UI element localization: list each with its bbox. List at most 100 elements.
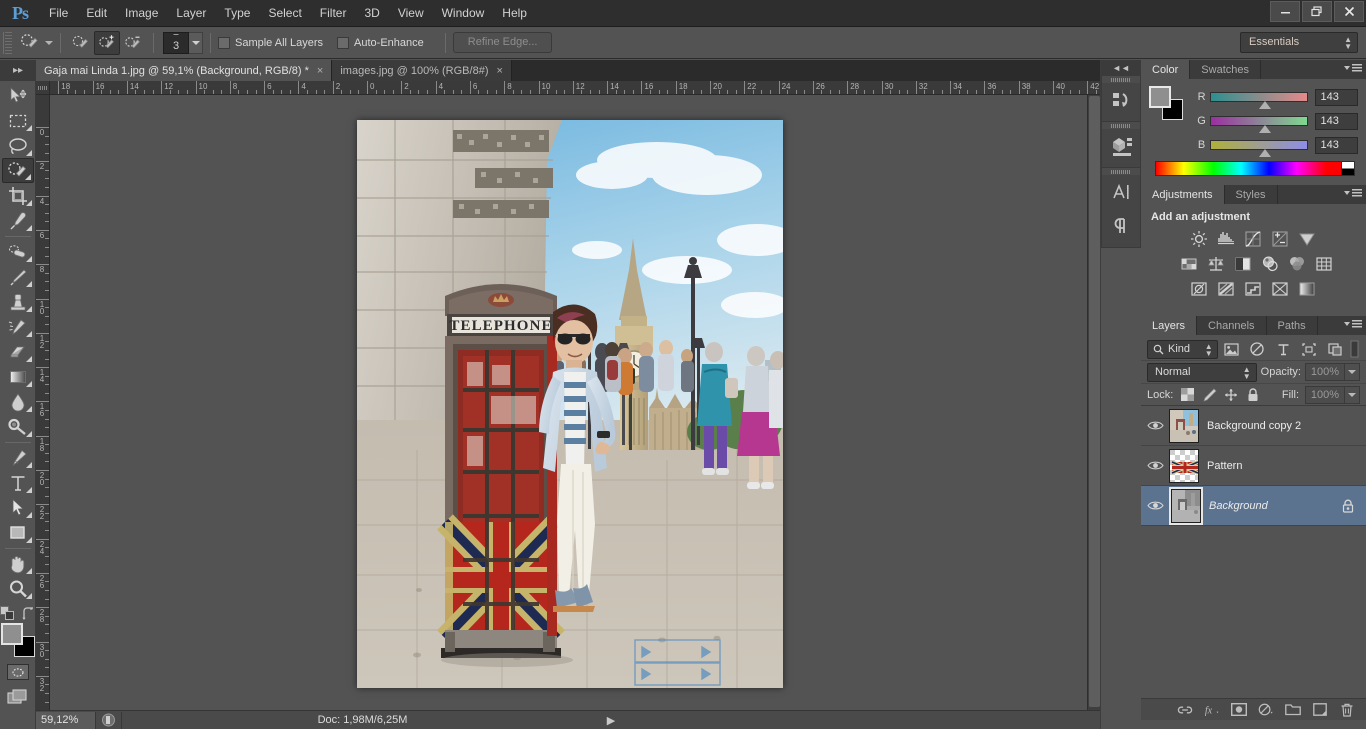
table-row[interactable]: Background copy 2	[1141, 406, 1366, 446]
layer-thumbnail-2[interactable]	[1169, 486, 1203, 525]
ruler-corner[interactable]	[36, 81, 50, 95]
blue-channel-value[interactable]: 143	[1314, 136, 1358, 154]
color-lookup-icon[interactable]	[1314, 254, 1334, 274]
brush-tool[interactable]	[2, 264, 34, 289]
add-layer-mask-icon[interactable]	[1231, 702, 1247, 718]
path-selection-tool[interactable]	[2, 495, 34, 520]
opacity-value[interactable]: 100%	[1305, 363, 1345, 381]
status-expand-arrow-icon[interactable]: ▶	[603, 714, 619, 727]
vertical-ruler[interactable]: 0 2 4 6 8 10 12 14 16 18 20 22 24 26 28 30 32	[36, 95, 50, 710]
document-info-icon[interactable]	[96, 711, 122, 729]
color-balance-icon[interactable]	[1206, 254, 1226, 274]
layer-thumbnail-0[interactable]	[1169, 408, 1199, 443]
vibrance-icon[interactable]	[1297, 229, 1317, 249]
dock-collapse-right-icon[interactable]: ◄◄	[1101, 60, 1141, 76]
tab-channels[interactable]: Channels	[1197, 316, 1267, 335]
exposure-icon[interactable]	[1270, 229, 1290, 249]
lock-position-icon[interactable]	[1223, 387, 1239, 403]
3d-panel-icon[interactable]	[1102, 129, 1141, 163]
invert-icon[interactable]	[1189, 279, 1209, 299]
threshold-icon[interactable]	[1243, 279, 1263, 299]
layer-filter-kind-select[interactable]: Kind ▲ ▼	[1147, 339, 1218, 359]
refine-edge-button[interactable]: Refine Edge...	[452, 32, 553, 53]
new-fill-adjustment-layer-icon[interactable]	[1258, 702, 1274, 718]
blur-tool[interactable]	[2, 389, 34, 414]
adjustments-panel-menu-icon[interactable]	[1344, 189, 1362, 197]
layer-name-0[interactable]: Background copy 2	[1207, 420, 1366, 432]
add-layer-style-icon[interactable]: fx	[1204, 702, 1220, 718]
zoom-level-field[interactable]: 59,12%	[36, 711, 96, 729]
filter-shape-icon[interactable]	[1297, 339, 1321, 360]
black-white-icon[interactable]	[1233, 254, 1253, 274]
history-brush-tool[interactable]	[2, 314, 34, 339]
tool-preset-chevron-icon[interactable]	[45, 40, 53, 45]
table-row[interactable]: Pattern	[1141, 446, 1366, 486]
lock-image-pixels-icon[interactable]	[1201, 387, 1217, 403]
current-tool-preview[interactable]	[17, 31, 53, 55]
filter-pixel-icon[interactable]	[1220, 339, 1244, 360]
new-group-icon[interactable]	[1285, 702, 1301, 718]
red-channel-value[interactable]: 143	[1314, 88, 1358, 106]
auto-enhance-option[interactable]: Auto-Enhance	[337, 36, 424, 49]
tab-adjustments[interactable]: Adjustments	[1141, 185, 1225, 204]
canvas-area[interactable]: TELEPHONE	[50, 95, 1100, 710]
delete-layer-icon[interactable]	[1339, 702, 1355, 718]
tab-layers[interactable]: Layers	[1141, 316, 1198, 335]
color-spectrum-ramp[interactable]	[1155, 161, 1355, 176]
document-canvas[interactable]: TELEPHONE	[357, 120, 783, 688]
menu-filter[interactable]: Filter	[311, 0, 356, 27]
menu-window[interactable]: Window	[433, 0, 494, 27]
gradient-tool[interactable]	[2, 364, 34, 389]
tab-paths[interactable]: Paths	[1266, 316, 1318, 335]
rectangular-marquee-tool[interactable]	[2, 108, 34, 133]
dock-collapse-left-icon[interactable]: ▸▸	[0, 60, 36, 81]
tab-swatches[interactable]: Swatches	[1190, 60, 1261, 79]
hand-tool[interactable]	[2, 551, 34, 576]
levels-icon[interactable]	[1216, 229, 1236, 249]
eraser-tool[interactable]	[2, 339, 34, 364]
photo-filter-icon[interactable]	[1260, 254, 1280, 274]
green-channel-value[interactable]: 143	[1314, 112, 1358, 130]
fill-value[interactable]: 100%	[1305, 385, 1345, 404]
rectangle-tool[interactable]	[2, 520, 34, 545]
color-panel-foreground-swatch[interactable]	[1149, 86, 1171, 108]
channel-mixer-icon[interactable]	[1287, 254, 1307, 274]
default-colors-icon[interactable]	[0, 606, 16, 620]
tab-color[interactable]: Color	[1141, 60, 1191, 79]
layer-visibility-toggle-2[interactable]	[1141, 500, 1169, 511]
blend-mode-select[interactable]: Normal ▲ ▼	[1147, 362, 1257, 382]
clone-stamp-tool[interactable]	[2, 289, 34, 314]
menu-3d[interactable]: 3D	[355, 0, 388, 27]
tab-styles[interactable]: Styles	[1224, 185, 1278, 204]
dodge-tool[interactable]	[2, 414, 34, 439]
green-channel-slider[interactable]	[1210, 116, 1308, 133]
crop-tool[interactable]	[2, 183, 34, 208]
fill-dropdown-arrow-icon[interactable]	[1345, 385, 1360, 404]
curves-icon[interactable]	[1243, 229, 1263, 249]
opacity-dropdown-arrow-icon[interactable]	[1345, 363, 1360, 381]
lasso-tool[interactable]	[2, 133, 34, 158]
quick-selection-tool[interactable]	[1, 158, 34, 183]
dock-grip-1[interactable]	[1102, 76, 1140, 83]
quick-mask-mode-icon[interactable]	[6, 664, 29, 680]
layer-visibility-toggle-1[interactable]	[1141, 460, 1169, 471]
blue-slider-thumb[interactable]	[1259, 149, 1272, 157]
dock-grip-3[interactable]	[1102, 168, 1140, 175]
layer-name-1[interactable]: Pattern	[1207, 460, 1366, 472]
zoom-tool[interactable]	[2, 576, 34, 601]
eyedropper-tool[interactable]	[2, 208, 34, 233]
menu-image[interactable]: Image	[116, 0, 167, 27]
red-slider-thumb[interactable]	[1259, 101, 1272, 109]
color-panel-swatches[interactable]	[1149, 86, 1183, 120]
layer-filter-toggle[interactable]	[1349, 339, 1360, 360]
menu-edit[interactable]: Edit	[77, 0, 116, 27]
color-panel-menu-icon[interactable]	[1344, 64, 1362, 72]
document-tab-gaja[interactable]: Gaja mai Linda 1.jpg @ 59,1% (Background…	[36, 60, 333, 81]
spectrum-white-black-swatch[interactable]	[1341, 162, 1354, 175]
menu-type[interactable]: Type	[215, 0, 259, 27]
gradient-map-icon[interactable]	[1297, 279, 1317, 299]
document-tab-images[interactable]: images.jpg @ 100% (RGB/8#) ×	[332, 60, 512, 81]
selective-color-icon[interactable]	[1270, 279, 1290, 299]
screen-mode-icon[interactable]	[5, 687, 31, 709]
pen-tool[interactable]	[2, 445, 34, 470]
